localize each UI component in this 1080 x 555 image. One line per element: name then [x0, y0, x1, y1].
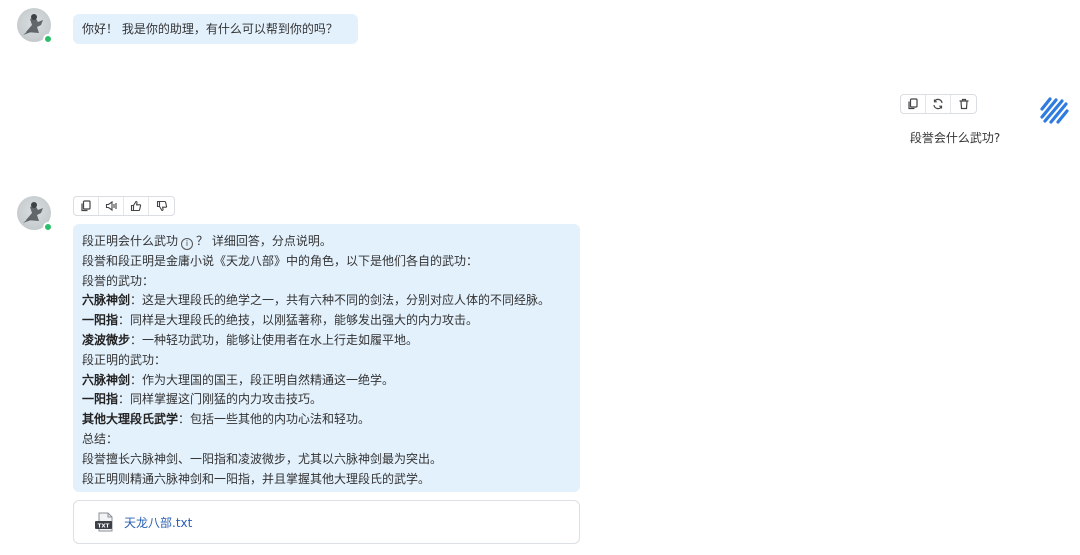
user-question-text: 段誉会什么武功?: [909, 131, 1001, 145]
answer-item-text: ：作为大理国的国王，段正明自然精通这一绝学。: [130, 372, 395, 387]
assistant-avatar: [17, 8, 53, 44]
answer-item-text: 总结：: [82, 431, 119, 446]
speaker-icon: [105, 200, 117, 212]
copy-button[interactable]: [901, 95, 926, 113]
assistant-avatar: [17, 196, 53, 232]
answer-line: 段誉的武功：: [82, 272, 571, 292]
read-aloud-button[interactable]: [99, 197, 124, 215]
assistant-greeting-bubble: 你好！ 我是你的助理，有什么可以帮到你的吗？: [73, 14, 358, 44]
answer-item-title: 一阳指: [82, 392, 119, 407]
assistant-answer-bubble: 段正明会什么武功 i？ 详细回答，分点说明。 段誉和段正明是金庸小说《天龙八部》中的…: [73, 224, 580, 492]
answer-item-text: 段誉和段正明是金庸小说《天龙八部》中的角色，以下是他们各自的武功：: [82, 253, 479, 268]
answer-line: 六脉神剑：这是大理段氏的绝学之一，共有六种不同的剑法，分别对应人体的不同经脉。: [82, 291, 571, 311]
assistant-answer-toolbar: [73, 196, 175, 216]
answer-item-text: 段正明则精通六脉神剑和一阳指，并且掌握其他大理段氏的武学。: [82, 471, 431, 486]
answer-line: 段誉擅长六脉神剑、一阳指和凌波微步，尤其以六脉神剑最为突出。: [82, 450, 571, 470]
answer-item-text: ：包括一些其他的内功心法和轻功。: [178, 412, 371, 427]
copy-icon: [81, 200, 91, 212]
like-button[interactable]: [124, 197, 149, 215]
answer-line: 段正明的武功：: [82, 351, 571, 371]
answer-line: 凌波微步：一种轻功武功，能够让使用者在水上行走如履平地。: [82, 331, 571, 351]
regenerate-button[interactable]: [926, 95, 951, 113]
user-message-toolbar: [900, 94, 977, 114]
answer-line: 一阳指：同样掌握这门刚猛的内力攻击技巧。: [82, 390, 571, 410]
online-status-dot: [43, 34, 53, 44]
copy-button[interactable]: [74, 197, 99, 215]
answer-item-text: ：同样是大理段氏的绝技，以刚猛著称，能够发出强大的内力攻击。: [118, 313, 479, 328]
answer-item-text: 段誉擅长六脉神剑、一阳指和凌波微步，尤其以六脉神剑最为突出。: [82, 451, 443, 466]
delete-button[interactable]: [951, 95, 976, 113]
answer-item-title: 六脉神剑: [82, 372, 131, 387]
question-echo-text: 段正明会什么武功: [82, 234, 179, 248]
answer-line: 一阳指：同样是大理段氏的绝技，以刚猛著称，能够发出强大的内力攻击。: [82, 311, 571, 331]
attachment-filename[interactable]: 天龙八部.txt: [124, 514, 192, 531]
answer-line: 段誉和段正明是金庸小说《天龙八部》中的角色，以下是他们各自的武功：: [82, 252, 571, 272]
dislike-button[interactable]: [149, 197, 174, 215]
answer-line: 其他大理段氏武学：包括一些其他的内功心法和轻功。: [82, 410, 571, 430]
copy-icon: [908, 98, 918, 110]
answer-item-title: 凌波微步: [82, 332, 131, 347]
answer-item-text: ：同样掌握这门刚猛的内力攻击技巧。: [118, 392, 323, 407]
answer-line: 段正明则精通六脉神剑和一阳指，并且掌握其他大理段氏的武学。: [82, 470, 571, 490]
answer-item-title: 其他大理段氏武学: [82, 412, 179, 427]
answer-item-text: 段正明的武功：: [82, 352, 167, 367]
answer-line: 段正明会什么武功 i？ 详细回答，分点说明。: [82, 232, 571, 252]
user-brand-logo-icon: [1040, 97, 1069, 124]
answer-item-text: ：这是大理段氏的绝学之一，共有六种不同的剑法，分别对应人体的不同经脉。: [130, 293, 551, 308]
answer-item-title: 六脉神剑: [82, 293, 131, 308]
answer-line: 六脉神剑：作为大理国的国王，段正明自然精通这一绝学。: [82, 371, 571, 391]
online-status-dot: [43, 222, 53, 232]
thumbs-up-icon: [130, 200, 142, 212]
info-icon[interactable]: i: [181, 238, 194, 250]
question-echo-suffix: ？ 详细回答，分点说明。: [196, 234, 332, 248]
attachment-file-card[interactable]: TXT 天龙八部.txt: [73, 500, 580, 544]
greeting-text: 你好！ 我是你的助理，有什么可以帮到你的吗？: [82, 22, 338, 36]
answer-item-text: 段誉的武功：: [82, 273, 155, 288]
answer-item-title: 一阳指: [82, 313, 119, 328]
txt-file-icon: TXT: [95, 512, 113, 532]
answer-line: 总结：: [82, 430, 571, 450]
answer-item-text: ：一种轻功武功，能够让使用者在水上行走如履平地。: [130, 332, 419, 347]
refresh-icon: [933, 98, 943, 110]
thumbs-down-icon: [156, 200, 167, 212]
file-type-label: TXT: [98, 523, 110, 529]
delete-icon: [959, 98, 968, 110]
